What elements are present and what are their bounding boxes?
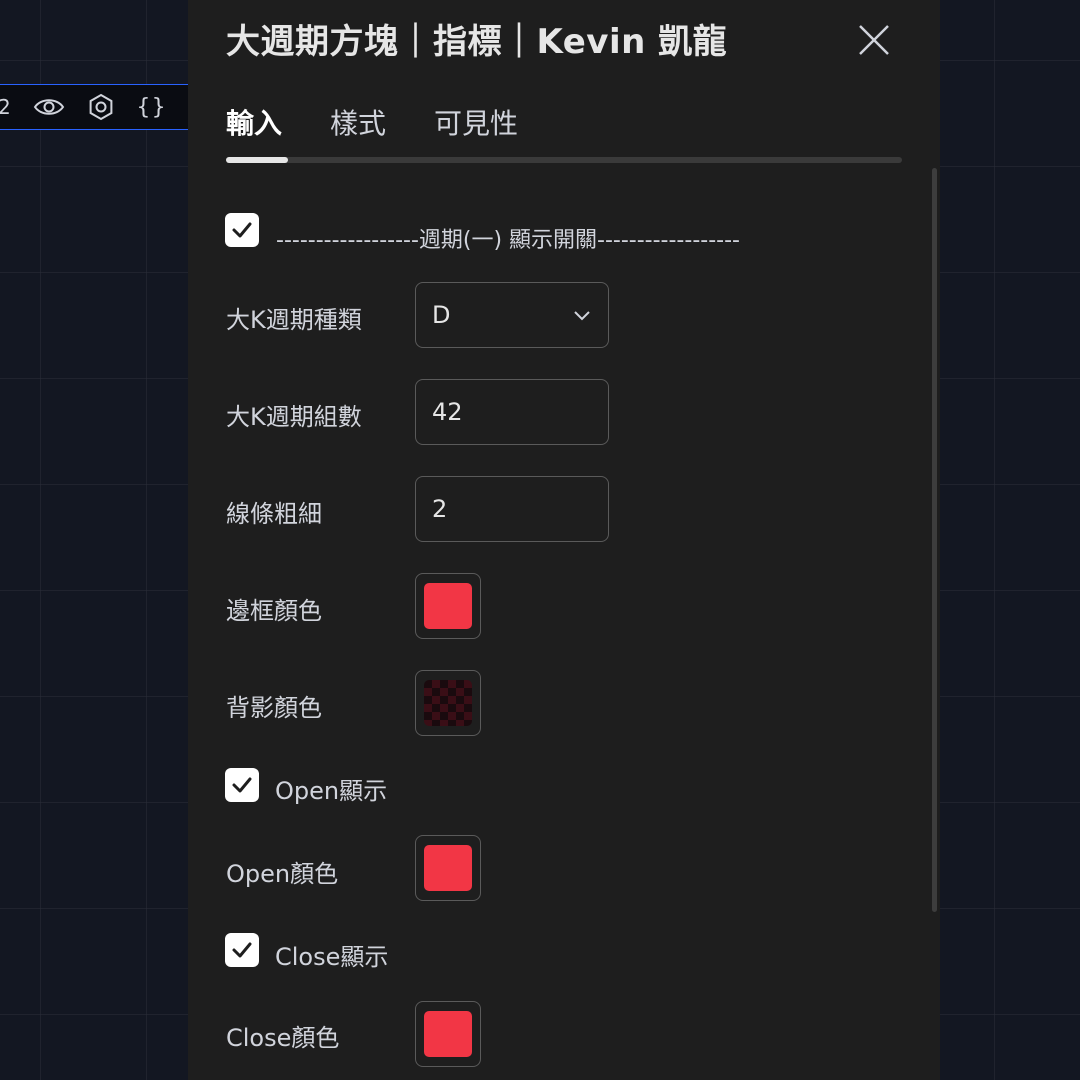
scrollbar[interactable]: [932, 168, 937, 912]
period-count-input[interactable]: 42: [415, 379, 609, 445]
line-width-input[interactable]: 2: [415, 476, 609, 542]
open-show-checkbox[interactable]: [225, 768, 259, 802]
bg-color-picker[interactable]: [415, 670, 481, 736]
open-color-swatch: [424, 845, 472, 891]
period-type-value: D: [432, 301, 451, 329]
period-type-label: 大K週期種類: [226, 306, 362, 334]
close-show-label: Close顯示: [275, 943, 389, 971]
period-count-value: 42: [432, 398, 463, 426]
check-icon: [232, 942, 252, 958]
tab-style[interactable]: 樣式: [330, 102, 386, 142]
period-count-label: 大K週期組數: [226, 403, 362, 431]
open-color-picker[interactable]: [415, 835, 481, 901]
legend-value: 2: [0, 95, 11, 119]
tab-inputs[interactable]: 輸入: [226, 102, 282, 142]
line-width-label: 線條粗細: [226, 500, 322, 528]
border-color-label: 邊框顏色: [226, 597, 322, 625]
section1-checkbox[interactable]: [225, 213, 259, 247]
close-icon: [859, 25, 889, 55]
period-type-select[interactable]: D: [415, 282, 609, 348]
border-color-swatch: [424, 583, 472, 629]
tab-track: [226, 157, 902, 163]
bg-color-label: 背影顏色: [226, 694, 322, 722]
indicator-settings-dialog: 大週期方塊｜指標｜Kevin 凱龍 輸入 樣式 可見性 ------------…: [188, 0, 940, 1080]
border-color-picker[interactable]: [415, 573, 481, 639]
check-icon: [232, 777, 252, 793]
check-icon: [232, 222, 252, 238]
open-color-label: Open顏色: [226, 860, 339, 888]
open-show-label: Open顯示: [275, 777, 388, 805]
close-color-picker[interactable]: [415, 1001, 481, 1067]
settings-icon[interactable]: [87, 93, 115, 121]
chart-legend-strip: 2 {}: [0, 84, 188, 130]
source-code-icon[interactable]: {}: [137, 95, 168, 120]
close-color-swatch: [424, 1011, 472, 1057]
tab-visibility[interactable]: 可見性: [434, 102, 518, 142]
section1-label: ------------------週期(一) 顯示開關------------…: [276, 228, 740, 253]
close-button[interactable]: [852, 18, 896, 62]
line-width-value: 2: [432, 495, 448, 523]
dialog-title: 大週期方塊｜指標｜Kevin 凱龍: [226, 22, 728, 62]
eye-icon[interactable]: [33, 95, 65, 119]
close-color-label: Close顏色: [226, 1024, 340, 1052]
close-show-checkbox[interactable]: [225, 933, 259, 967]
bg-color-swatch: [424, 680, 472, 726]
tab-indicator: [226, 157, 288, 163]
tab-bar: 輸入 樣式 可見性: [226, 102, 518, 142]
chevron-down-icon: [574, 311, 590, 321]
